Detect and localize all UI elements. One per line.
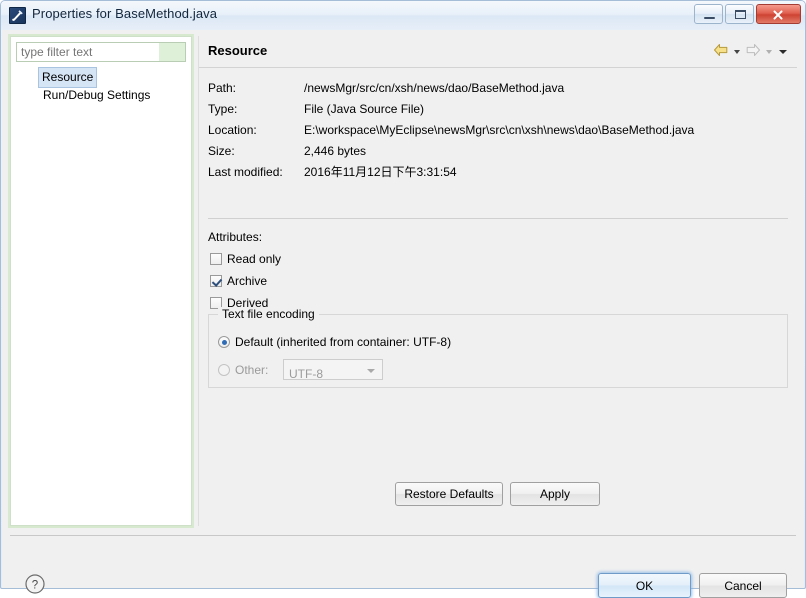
footer-divider [10, 535, 796, 536]
page-header-toolbar [713, 43, 789, 60]
attributes-section: Attributes: Read only Archive Derived [208, 227, 281, 314]
radio-label: Default (inherited from container: UTF-8… [235, 335, 452, 349]
filter-field-wrapper[interactable] [16, 42, 186, 62]
tree-item-resource[interactable]: Resource [11, 67, 191, 88]
forward-arrow-icon [745, 43, 761, 60]
checkbox-box-icon [210, 253, 222, 265]
page-menu-chevron-down-icon[interactable] [779, 49, 787, 54]
settings-tree: Resource Run/Debug Settings [11, 67, 191, 105]
radio-encoding-default[interactable]: Default (inherited from container: UTF-8… [218, 331, 451, 353]
page-header: Resource [199, 36, 797, 68]
back-menu-chevron-down-icon[interactable] [734, 49, 740, 54]
property-row-last-modified: Last modified: 2016年11月12日下午3:31:54 [208, 162, 788, 183]
property-value: File (Java Source File) [304, 102, 425, 116]
property-row-size: Size: 2,446 bytes [208, 141, 788, 162]
minimize-icon [704, 17, 715, 19]
cancel-button[interactable]: Cancel [699, 573, 787, 598]
checkbox-read-only[interactable]: Read only [208, 248, 281, 270]
encoding-combobox[interactable]: UTF-8 [283, 359, 383, 381]
forward-menu-chevron-down-icon [766, 49, 772, 54]
encoding-combobox-value: UTF-8 [289, 367, 323, 381]
tree-item-label: Resource [38, 67, 98, 88]
radio-label: Other: [235, 363, 269, 377]
property-label: Type: [208, 102, 238, 116]
minimize-button[interactable] [694, 4, 723, 24]
attributes-title: Attributes: [208, 230, 263, 244]
property-row-path: Path: /newsMgr/src/cn/xsh/news/dao/BaseMe… [208, 78, 788, 99]
tree-item-run-debug-settings[interactable]: Run/Debug Settings [11, 86, 191, 105]
checkbox-checked-icon [210, 275, 222, 287]
close-button[interactable] [756, 4, 801, 24]
help-icon[interactable]: ? [24, 573, 46, 595]
property-label: Path: [208, 81, 237, 95]
window-title: Properties for BaseMethod.java [32, 6, 218, 21]
restore-defaults-button[interactable]: Restore Defaults [395, 482, 503, 506]
property-label: Last modified: [208, 165, 283, 179]
filter-accent-swatch [159, 43, 185, 61]
property-value: 2,446 bytes [304, 144, 367, 158]
resource-properties-list: Path: /newsMgr/src/cn/xsh/news/dao/BaseMe… [208, 78, 788, 183]
myeclipse-icon [9, 7, 26, 24]
property-row-location: Location: E:\workspace\MyEclipse\newsMgr\… [208, 120, 788, 141]
property-value: E:\workspace\MyEclipse\newsMgr\src\cn\xs… [304, 123, 695, 137]
properties-dialog: Properties for BaseMethod.java type filt… [0, 0, 806, 598]
resource-page: Resource Path: /newsMgr/src/cn/xsh/news/… [198, 36, 797, 526]
property-label: Location: [208, 123, 257, 137]
svg-text:?: ? [32, 579, 38, 591]
text-file-encoding-group: Text file encoding Default (inherited fr… [208, 307, 788, 388]
tree-item-label: Run/Debug Settings [43, 88, 151, 102]
radio-unselected-icon [218, 364, 230, 376]
ok-button[interactable]: OK [598, 573, 691, 598]
group-title: Text file encoding [218, 307, 319, 321]
title-bar: Properties for BaseMethod.java [1, 1, 805, 30]
dialog-client-area: Resource Run/Debug Settings Resource [2, 30, 804, 598]
property-label: Size: [208, 144, 235, 158]
properties-divider [208, 218, 788, 219]
apply-button[interactable]: Apply [510, 482, 600, 506]
chevron-down-icon [367, 369, 375, 373]
property-value: /newsMgr/src/cn/xsh/news/dao/BaseMethod.… [304, 81, 565, 95]
window-controls [694, 4, 801, 24]
radio-selected-icon [218, 336, 230, 348]
header-divider [199, 67, 797, 68]
back-arrow-icon[interactable] [713, 43, 729, 60]
checkbox-label: Read only [227, 252, 282, 266]
filter-input[interactable] [17, 43, 163, 61]
settings-tree-panel: Resource Run/Debug Settings [10, 36, 192, 526]
checkbox-archive[interactable]: Archive [208, 270, 281, 292]
checkbox-label: Archive [227, 274, 268, 288]
page-title: Resource [208, 43, 268, 58]
property-value: 2016年11月12日下午3:31:54 [304, 165, 457, 179]
maximize-button[interactable] [725, 4, 754, 24]
property-row-type: Type: File (Java Source File) [208, 99, 788, 120]
radio-encoding-other[interactable]: Other: UTF-8 [218, 359, 383, 381]
maximize-icon [735, 10, 746, 19]
